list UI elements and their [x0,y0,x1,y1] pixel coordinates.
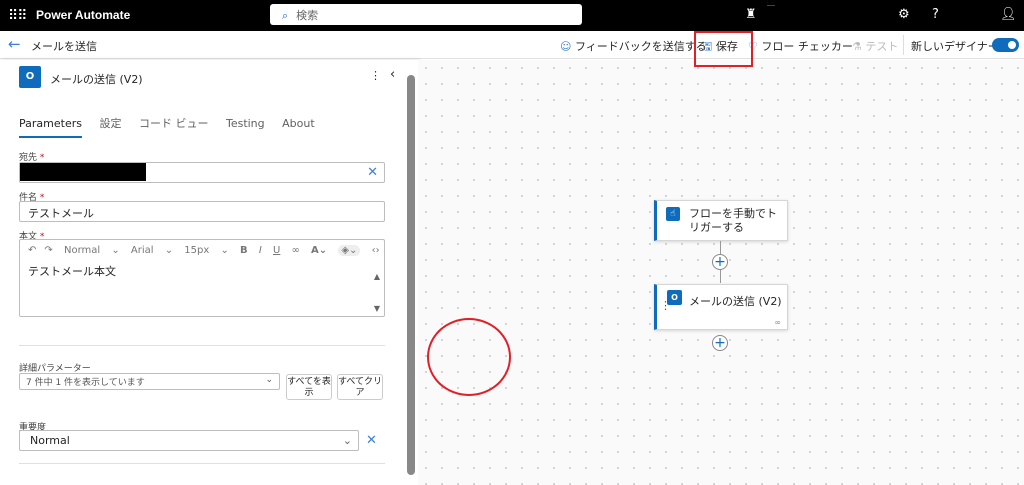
bold-icon[interactable]: B [240,245,248,256]
environment-icon[interactable]: ♜ [745,7,757,22]
back-arrow-icon[interactable]: ← [8,35,21,53]
underline-icon[interactable]: U [273,245,280,256]
panel-tabs: Parameters 設定 コード ビュー Testing About [19,115,329,138]
test-label: テスト [865,40,899,53]
command-bar: ← メールを送信 ☺ フィードバックを送信する 🖫︎ 保存 ♡ フロー チェッカ… [0,31,1024,59]
outlook-icon: O [19,66,41,88]
tab-settings[interactable]: 設定 [99,117,121,130]
feedback-label: フィードバックを送信する [574,40,707,53]
send-email-node-label: メールの送信 (V2) [689,295,782,308]
settings-icon[interactable]: ⚙ [898,7,910,22]
action-panel: O メールの送信 (V2) ⋮ ‹ Parameters 設定 コード ビュー … [0,60,418,485]
chevron-down-icon: ⌄ [265,375,273,385]
add-step-button[interactable]: + [712,335,728,351]
code-view-icon[interactable]: ‹› [372,245,380,256]
body-text[interactable]: テストメール本文 [20,261,384,281]
advanced-params-select[interactable]: 7 件中 1 件を表示しています ⌄ [19,373,280,390]
clear-all-button[interactable]: すべてクリア [337,374,383,400]
add-step-button[interactable]: + [712,254,728,270]
more-options-icon[interactable]: ⋮ [370,69,381,82]
new-designer-label: 新しいデザイナー [911,40,999,53]
panel-scrollbar[interactable] [407,75,415,475]
annotation-circle [427,318,511,396]
tab-about[interactable]: About [282,117,315,130]
test-button[interactable]: ⚗ テスト [852,38,898,54]
italic-icon[interactable]: I [259,245,262,256]
subject-field[interactable]: テストメール [19,201,385,222]
highlight-icon[interactable]: ◈⌄ [338,245,361,256]
flow-name: メールを送信 [31,40,97,53]
annotation-highlight-save [694,31,753,67]
send-email-node[interactable]: O ⋮ メールの送信 (V2) ∞ [654,284,788,330]
feedback-icon: ☺ [560,40,575,53]
feedback-button[interactable]: ☺ フィードバックを送信する [560,38,707,54]
trigger-node[interactable]: ☝ フローを手動でトリガーする [654,200,788,241]
app-title: Power Automate [36,8,131,22]
search-placeholder: 検索 [296,9,319,22]
app-launcher-icon[interactable]: ⠿⠿ [8,8,27,24]
font-select[interactable]: Arial ⌄ [131,245,173,256]
show-all-button[interactable]: すべてを表示 [286,374,332,400]
redacted-recipient [20,163,146,181]
scroll-down-icon[interactable]: ▼ [374,304,380,313]
trigger-node-label: フローを手動でトリガーする [689,207,777,234]
new-designer-toggle[interactable] [992,38,1019,52]
redo-icon[interactable]: ↷ [44,245,52,256]
divider [19,345,385,346]
tab-code-view[interactable]: コード ビュー [139,117,209,130]
collapse-panel-icon[interactable]: ‹ [390,67,395,82]
size-select[interactable]: 15px ⌄ [184,245,229,256]
importance-select[interactable]: Normal ⌄ [19,430,359,451]
font-color-icon[interactable]: A⌄ [311,245,327,256]
flow-canvas[interactable]: ☝ フローを手動でトリガーする + O ⋮ メールの送信 (V2) ∞ + [418,60,1024,485]
environment-label: ‥‥ [767,1,776,8]
flow-checker-label: フロー チェッカー [761,40,853,53]
drag-handle-icon[interactable]: ⋮ [660,299,671,312]
clear-importance-icon[interactable]: ✕ [366,433,377,448]
body-editor[interactable]: ↶ ↷ Normal ⌄ Arial ⌄ 15px ⌄ B I U ∞ A⌄ ◈⌄… [19,239,385,317]
link-icon: ∞ [774,318,781,327]
clear-icon[interactable]: ✕ [367,165,378,180]
tab-parameters[interactable]: Parameters [19,117,82,138]
top-bar: ⠿⠿ Power Automate ⌕ 検索 ♜ ‥‥ ⚙ ? 👤︎ [0,0,1024,31]
search-icon: ⌕ [282,9,289,22]
flask-icon: ⚗ [852,40,866,53]
divider [19,463,385,464]
rich-text-toolbar: ↶ ↷ Normal ⌄ Arial ⌄ 15px ⌄ B I U ∞ A⌄ ◈⌄… [20,240,384,261]
manual-trigger-icon: ☝ [666,207,680,221]
chevron-down-icon: ⌄ [342,434,352,447]
undo-icon[interactable]: ↶ [28,245,36,256]
flow-checker-button[interactable]: ♡ フロー チェッカー [748,38,853,54]
tab-testing[interactable]: Testing [226,117,265,130]
panel-title: メールの送信 (V2) [50,73,143,86]
divider [903,35,904,55]
scroll-up-icon[interactable]: ▲ [374,272,380,281]
to-field[interactable]: ✕ [19,162,385,183]
format-select[interactable]: Normal ⌄ [64,245,120,256]
search-input[interactable]: ⌕ 検索 [270,4,582,25]
link-icon[interactable]: ∞ [292,245,300,256]
help-icon[interactable]: ? [932,7,939,22]
account-icon[interactable]: 👤︎ [1000,7,1017,22]
